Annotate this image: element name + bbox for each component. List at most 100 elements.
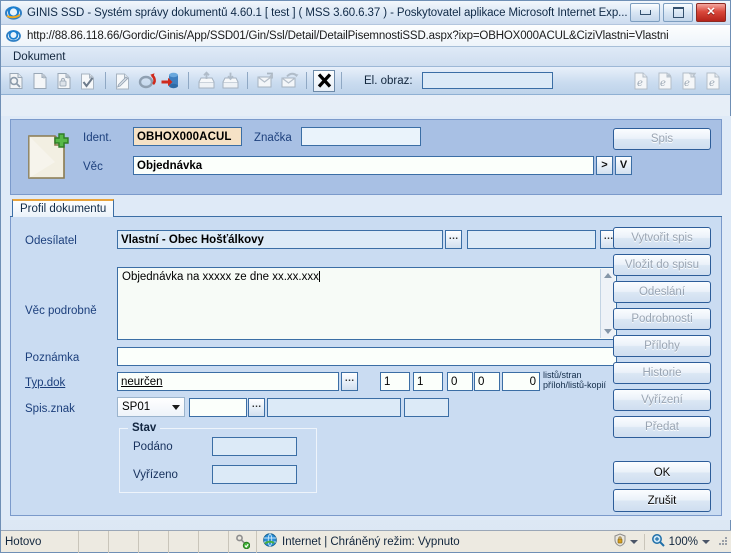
- e-document-icon[interactable]: e: [630, 70, 652, 92]
- close-icon: ✕: [706, 6, 716, 18]
- spis-button[interactable]: Spis: [613, 128, 711, 150]
- zoom-controls: 100%: [609, 533, 731, 550]
- cancel-x-icon[interactable]: [313, 69, 335, 92]
- e-document-add-icon[interactable]: e: [654, 70, 676, 92]
- typdok-label-link[interactable]: Typ.dok: [25, 377, 65, 389]
- elobraz-label: El. obraz:: [364, 74, 413, 87]
- count-input-3[interactable]: [474, 372, 500, 391]
- odesilatel-input[interactable]: [117, 230, 443, 249]
- security-zone[interactable]: Internet | Chráněný režim: Vypnuto: [257, 533, 609, 550]
- protected-mode-control[interactable]: [609, 533, 642, 550]
- menu-item-dokument[interactable]: Dokument: [13, 51, 65, 63]
- zoom-level: 100%: [668, 535, 698, 548]
- spisznak-field2[interactable]: [267, 398, 401, 417]
- status-slot-2: [109, 530, 139, 553]
- poznamka-input[interactable]: [117, 347, 617, 366]
- ok-button[interactable]: OK: [613, 461, 711, 484]
- incoming-tray-icon[interactable]: [219, 70, 241, 92]
- vyrizeni-button[interactable]: Vyřízení: [613, 389, 711, 411]
- typdok-input[interactable]: [117, 372, 339, 391]
- counts-caption-line2: příloh/listů-kopií: [543, 380, 607, 390]
- address-url[interactable]: http://88.86.118.66/Gordic/Ginis/App/SSD…: [27, 30, 669, 42]
- ellipsis-icon: …: [251, 398, 262, 410]
- spisznak-picker-button[interactable]: …: [248, 398, 265, 417]
- count-input-4[interactable]: [502, 372, 540, 391]
- vec-v-button[interactable]: V: [615, 156, 632, 175]
- vlozit-do-spisu-button[interactable]: Vložit do spisu: [613, 254, 711, 276]
- address-bar[interactable]: http://88.86.118.66/Gordic/Ginis/App/SSD…: [1, 25, 730, 47]
- text-caret: [318, 271, 320, 282]
- prilohy-button[interactable]: Přílohy: [613, 335, 711, 357]
- maximize-icon: [672, 7, 684, 18]
- count-input-2[interactable]: [447, 372, 473, 391]
- e-document-edit-icon[interactable]: e: [678, 70, 700, 92]
- action-button-column: OK Zrušit: [613, 461, 711, 512]
- new-document-plus-icon: [25, 132, 70, 182]
- spisznak-field1[interactable]: [189, 398, 247, 417]
- toolbar-separator: [105, 72, 106, 89]
- page-favicon: [6, 28, 21, 43]
- spisznak-field3[interactable]: [404, 398, 449, 417]
- status-slot-3: [139, 530, 169, 553]
- globe-icon: [263, 533, 277, 550]
- undo-icon[interactable]: [136, 70, 158, 92]
- close-button[interactable]: ✕: [696, 3, 726, 22]
- vec-arrow-button[interactable]: >: [596, 156, 613, 175]
- maximize-button[interactable]: [663, 3, 693, 22]
- new-document-icon[interactable]: [29, 70, 51, 92]
- form-area: Odesílatel … … Věc podrobně Objednávka n…: [10, 217, 722, 516]
- znacka-input[interactable]: [301, 127, 421, 146]
- podano-input[interactable]: [212, 437, 297, 456]
- forward-envelope-icon[interactable]: [254, 70, 276, 92]
- browser-window: GINIS SSD - Systém správy dokumentů 4.60…: [0, 0, 731, 553]
- edit-document-icon[interactable]: [112, 70, 134, 92]
- approve-document-icon[interactable]: [77, 70, 99, 92]
- vyrizeno-label: Vyřízeno: [133, 469, 178, 481]
- security-zone-text: Internet | Chráněný režim: Vypnuto: [282, 535, 460, 548]
- podrobnosti-button[interactable]: Podrobnosti: [613, 308, 711, 330]
- odesilatel-second-input[interactable]: [467, 230, 596, 249]
- odesilatel-picker-button[interactable]: …: [445, 230, 462, 249]
- vec-label: Věc: [83, 161, 103, 173]
- ident-input[interactable]: [133, 127, 242, 146]
- spisznak-select[interactable]: SP01: [117, 397, 185, 417]
- import-database-icon[interactable]: [160, 70, 182, 92]
- search-document-icon[interactable]: [5, 70, 27, 92]
- historie-button[interactable]: Historie: [613, 362, 711, 384]
- tab-strip: Profil dokumentu: [10, 199, 722, 217]
- status-divider: [643, 533, 645, 550]
- toolbar-separator: [341, 72, 342, 89]
- e-document-open-icon[interactable]: e: [702, 70, 724, 92]
- znacka-label: Značka: [254, 132, 292, 144]
- podano-label: Podáno: [133, 441, 173, 453]
- side-button-column: Vytvořit spis Vložit do spisu Odeslání P…: [613, 227, 711, 438]
- tab-profil-dokumentu[interactable]: Profil dokumentu: [12, 199, 115, 217]
- new-document-lock-icon[interactable]: [53, 70, 75, 92]
- poznamka-label: Poznámka: [25, 352, 80, 364]
- toolbar: El. obraz: e e e e: [1, 67, 730, 95]
- ellipsis-icon: …: [344, 372, 355, 384]
- outgoing-tray-icon[interactable]: [195, 70, 217, 92]
- elobraz-input[interactable]: [421, 72, 553, 89]
- count-input-1[interactable]: [413, 372, 443, 391]
- reply-envelope-icon[interactable]: [278, 70, 300, 92]
- resize-grip-icon[interactable]: [716, 534, 728, 549]
- vec-input[interactable]: [133, 156, 594, 175]
- vytvorit-spis-button[interactable]: Vytvořit spis: [613, 227, 711, 249]
- stav-group: Stav Podáno Vyřízeno: [119, 422, 317, 493]
- typdok-picker-button[interactable]: …: [341, 372, 358, 391]
- window-title: GINIS SSD - Systém správy dokumentů 4.60…: [27, 6, 628, 19]
- zoom-control[interactable]: 100%: [647, 533, 714, 550]
- minimize-button[interactable]: [630, 3, 660, 22]
- predat-button[interactable]: Předat: [613, 416, 711, 438]
- zrusit-button[interactable]: Zrušit: [613, 489, 711, 512]
- toolbar-separator: [247, 72, 248, 89]
- vyrizeno-input[interactable]: [212, 465, 297, 484]
- vec-podrobne-textarea[interactable]: Objednávka na xxxxx ze dne xx.xx.xxx: [117, 267, 617, 340]
- document-header-panel: Ident. Značka Věc > V Spis: [10, 119, 722, 195]
- svg-text:e: e: [709, 78, 715, 89]
- count-input-0[interactable]: [380, 372, 410, 391]
- status-slot-5: [199, 530, 229, 553]
- window-controls: ✕: [630, 3, 730, 22]
- odeslani-button[interactable]: Odeslání: [613, 281, 711, 303]
